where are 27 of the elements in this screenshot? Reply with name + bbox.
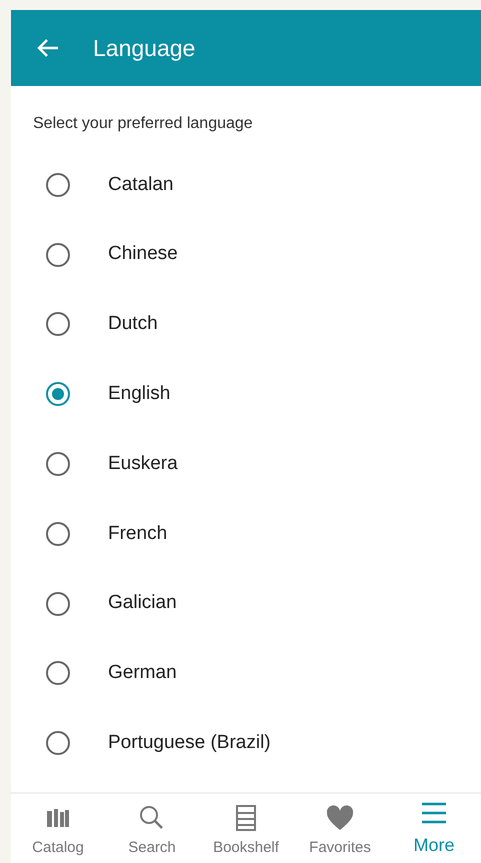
instruction-text: Select your preferred language (33, 115, 253, 132)
nav-tab[interactable]: Bookshelf (199, 794, 293, 863)
screen-title: Language (93, 34, 196, 63)
radio-button[interactable] (46, 452, 70, 476)
language-option[interactable]: English (108, 380, 170, 409)
language-option[interactable]: French (108, 520, 168, 548)
heart-icon (325, 802, 355, 832)
nav-tab[interactable]: More (387, 794, 481, 863)
back-icon[interactable] (37, 38, 59, 58)
language-option[interactable]: Galician (108, 589, 177, 618)
radio-button[interactable] (46, 661, 70, 686)
language-option[interactable]: Dutch (108, 310, 158, 339)
language-option[interactable]: Catalan (108, 170, 174, 200)
language-option[interactable]: German (108, 659, 177, 688)
nav-tab[interactable]: Catalog (11, 794, 105, 863)
radio-button[interactable] (46, 522, 70, 546)
radio-button[interactable] (46, 731, 70, 756)
language-option[interactable]: Chinese (108, 240, 178, 269)
radio-button[interactable] (46, 312, 70, 336)
nav-tab[interactable]: Search (105, 794, 199, 863)
radio-button[interactable] (46, 242, 70, 267)
nav-tab[interactable]: Favorites (293, 794, 387, 863)
radio-button[interactable] (46, 592, 70, 616)
language-option[interactable]: Portuguese (Brazil) (108, 729, 271, 758)
radio-button[interactable] (46, 172, 70, 197)
language-option[interactable]: Euskera (108, 450, 178, 478)
radio-button[interactable] (46, 382, 70, 406)
